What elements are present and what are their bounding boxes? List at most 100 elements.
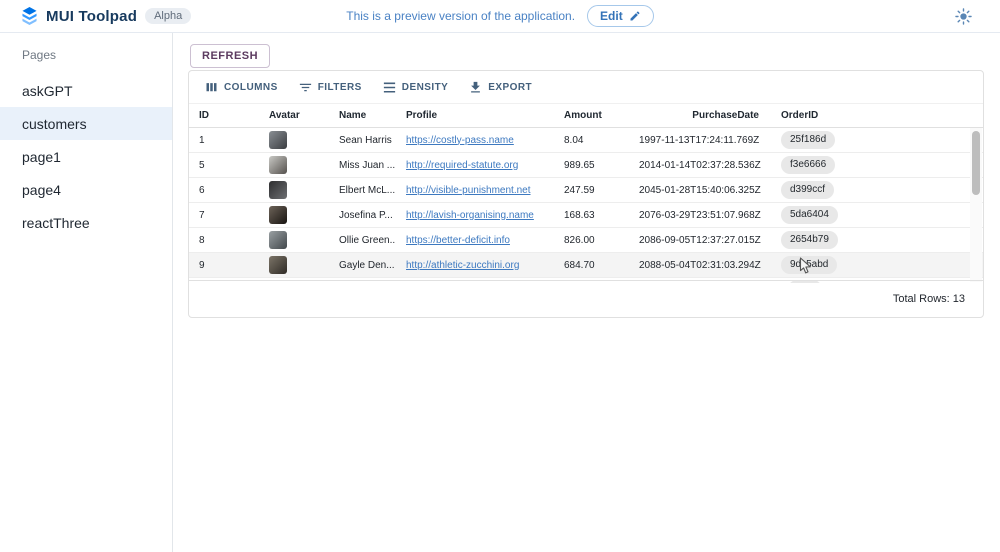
cell-profile: http://required-statute.org <box>396 160 554 171</box>
density-icon <box>382 80 397 95</box>
preview-banner: This is a preview version of the applica… <box>0 0 1000 32</box>
cell-name: Miss Juan ... <box>329 160 396 171</box>
columns-button[interactable]: COLUMNS <box>197 76 285 99</box>
sidebar-item-label: reactThree <box>22 215 90 231</box>
cell-purchase-date: 2088-05-04T02:31:03.294Z <box>639 260 769 271</box>
refresh-button[interactable]: REFRESH <box>190 44 270 68</box>
theme-toggle-button[interactable] <box>954 6 974 26</box>
profile-link[interactable]: https://costly-pass.name <box>406 135 514 146</box>
cell-purchase-date: 2014-01-14T02:37:28.536Z <box>639 160 769 171</box>
table-row[interactable]: 9 Gayle Den... http://athletic-zucchini.… <box>189 253 983 278</box>
cell-name: Elbert McL... <box>329 185 396 196</box>
table-row[interactable]: 5 Miss Juan ... http://required-statute.… <box>189 153 983 178</box>
column-header-profile[interactable]: Profile <box>396 110 554 121</box>
edit-button-label: Edit <box>600 9 623 23</box>
sun-icon <box>954 7 974 26</box>
data-grid-card: COLUMNS FILTERS DENSITY EXPORT ID Avatar… <box>188 70 984 318</box>
avatar-image <box>269 206 287 224</box>
sidebar-item-page4[interactable]: page4 <box>0 173 172 206</box>
preview-notice: This is a preview version of the applica… <box>346 9 575 23</box>
column-header-id[interactable]: ID <box>189 110 259 121</box>
view-columns-icon <box>204 80 219 95</box>
density-button[interactable]: DENSITY <box>375 76 456 99</box>
edit-button[interactable]: Edit <box>587 5 654 27</box>
order-id-chip: f3e6666 <box>781 156 835 174</box>
order-id-chip: 5da6404 <box>781 206 838 224</box>
cell-name: Ollie Green... <box>329 235 396 246</box>
cell-avatar <box>259 256 329 274</box>
cell-avatar <box>259 131 329 149</box>
cell-id: 6 <box>189 185 259 196</box>
cell-purchase-date: 2076-03-29T23:51:07.968Z <box>639 210 769 221</box>
sidebar-item-customers[interactable]: customers <box>0 107 172 140</box>
cell-avatar <box>259 181 329 199</box>
vertical-scrollbar-track[interactable] <box>970 128 982 282</box>
cell-purchase-date: 2086-09-05T12:37:27.015Z <box>639 235 769 246</box>
column-header-amount[interactable]: Amount <box>554 110 639 121</box>
grid-footer: Total Rows: 13 <box>189 280 983 317</box>
cell-name: Sean Harris <box>329 135 396 146</box>
profile-link[interactable]: http://lavish-organising.name <box>406 210 534 221</box>
column-header-purchasedate[interactable]: PurchaseDate <box>639 110 769 121</box>
cell-avatar <box>259 231 329 249</box>
filters-button[interactable]: FILTERS <box>291 76 369 99</box>
profile-link[interactable]: http://athletic-zucchini.org <box>406 260 519 271</box>
order-id-chip: 9dc5abd <box>781 256 837 274</box>
cell-amount: 247.59 <box>554 185 639 196</box>
density-button-label: DENSITY <box>402 82 449 93</box>
cell-id: 1 <box>189 135 259 146</box>
order-id-chip: 25f186d <box>781 131 835 149</box>
profile-link[interactable]: http://required-statute.org <box>406 160 518 171</box>
profile-link[interactable]: http://visible-punishment.net <box>406 185 531 196</box>
cell-id: 7 <box>189 210 259 221</box>
cell-order-id: 2654b79 <box>769 231 983 249</box>
table-row[interactable]: 8 Ollie Green... https://better-deficit.… <box>189 228 983 253</box>
cell-amount: 989.65 <box>554 160 639 171</box>
sidebar-item-label: askGPT <box>22 83 73 99</box>
cell-amount: 826.00 <box>554 235 639 246</box>
order-id-chip: 2654b79 <box>781 231 838 249</box>
cell-name: Gayle Den... <box>329 260 396 271</box>
table-row[interactable]: 1 Sean Harris https://costly-pass.name 8… <box>189 128 983 153</box>
columns-button-label: COLUMNS <box>224 82 278 93</box>
avatar-image <box>269 131 287 149</box>
vertical-scrollbar-thumb[interactable] <box>972 131 980 195</box>
cell-id: 8 <box>189 235 259 246</box>
column-header-orderid[interactable]: OrderID <box>769 110 983 121</box>
table-row[interactable]: 6 Elbert McL... http://visible-punishmen… <box>189 178 983 203</box>
cell-purchase-date: 1997-11-13T17:24:11.769Z <box>639 135 769 146</box>
cell-order-id: f3e6666 <box>769 156 983 174</box>
cell-order-id: d399ccf <box>769 181 983 199</box>
cell-profile: http://athletic-zucchini.org <box>396 260 554 271</box>
sidebar-item-reactthree[interactable]: reactThree <box>0 206 172 239</box>
cell-profile: https://better-deficit.info <box>396 235 554 246</box>
column-header-name[interactable]: Name <box>329 110 396 121</box>
cell-profile: http://visible-punishment.net <box>396 185 554 196</box>
total-rows-label: Total Rows: 13 <box>893 293 965 305</box>
cell-avatar <box>259 156 329 174</box>
avatar-image <box>269 181 287 199</box>
avatar-image <box>269 231 287 249</box>
column-header-avatar[interactable]: Avatar <box>259 110 329 121</box>
sidebar-item-askgpt[interactable]: askGPT <box>0 74 172 107</box>
cell-amount: 684.70 <box>554 260 639 271</box>
cell-amount: 168.63 <box>554 210 639 221</box>
cell-order-id: 5da6404 <box>769 206 983 224</box>
profile-link[interactable]: https://better-deficit.info <box>406 235 510 246</box>
top-app-bar: MUI Toolpad Alpha This is a preview vers… <box>0 0 1000 33</box>
table-header-row: ID Avatar Name Profile Amount PurchaseDa… <box>189 103 983 128</box>
sidebar-item-page1[interactable]: page1 <box>0 140 172 173</box>
cell-profile: http://lavish-organising.name <box>396 210 554 221</box>
cell-order-id: 25f186d <box>769 131 983 149</box>
grid-toolbar: COLUMNS FILTERS DENSITY EXPORT <box>189 71 983 103</box>
avatar-image <box>269 156 287 174</box>
filter-list-icon <box>298 80 313 95</box>
cell-avatar <box>259 206 329 224</box>
table-row[interactable]: 7 Josefina P... http://lavish-organising… <box>189 203 983 228</box>
pencil-icon <box>629 10 641 22</box>
export-button[interactable]: EXPORT <box>461 76 539 99</box>
cell-id: 5 <box>189 160 259 171</box>
cell-amount: 8.04 <box>554 135 639 146</box>
table-body: 1 Sean Harris https://costly-pass.name 8… <box>189 128 983 283</box>
sidebar: Pages askGPT customers page1 page4 react… <box>0 33 173 552</box>
